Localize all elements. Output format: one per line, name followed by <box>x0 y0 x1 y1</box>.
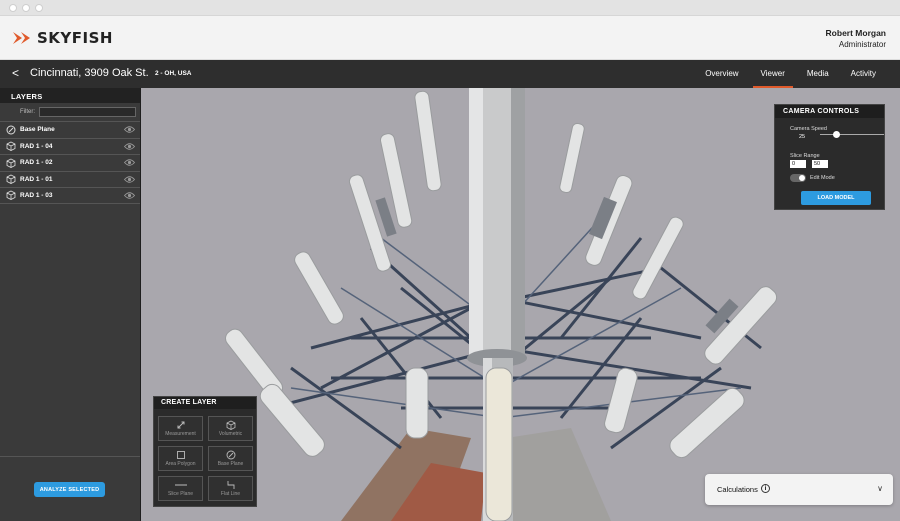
layer-item-base-plane[interactable]: Base Plane <box>0 121 140 138</box>
skyfish-logo[interactable]: SKYFISH <box>13 29 113 47</box>
camera-controls-title: CAMERA CONTROLS <box>775 105 884 118</box>
layer-label: RAD 1 - 01 <box>20 175 53 183</box>
info-icon[interactable]: i <box>761 484 770 493</box>
layer-label: RAD 1 - 04 <box>20 142 53 150</box>
window-chrome <box>0 0 900 16</box>
back-chevron-icon[interactable]: < <box>12 66 19 80</box>
tab-activity[interactable]: Activity <box>843 60 884 88</box>
layer-label: RAD 1 - 02 <box>20 159 53 167</box>
tool-label: Base Plane <box>217 461 244 467</box>
camera-speed-label: Camera Speed <box>790 126 827 132</box>
location-bar: < Cincinnati, 3909 Oak St. 2 - OH, USA O… <box>0 60 900 88</box>
cube-icon <box>226 420 235 430</box>
layer-item-rad-1-02[interactable]: RAD 1 - 02 <box>0 154 140 171</box>
load-model-button[interactable]: LOAD MODEL <box>801 191 871 205</box>
camera-speed-slider[interactable] <box>820 134 884 135</box>
layer-list: Base Plane RAD 1 - 04 RAD 1 - 02 RAD 1 -… <box>0 121 140 204</box>
tool-label: Slice Plane <box>167 491 193 497</box>
layer-label: RAD 1 - 03 <box>20 191 53 199</box>
calculations-label: Calculations <box>717 485 758 494</box>
flat-line-icon <box>227 481 234 489</box>
logo-text: SKYFISH <box>37 29 113 47</box>
tab-viewer[interactable]: Viewer <box>752 60 793 88</box>
user-role: Administrator <box>838 40 886 49</box>
cube-icon <box>6 190 16 201</box>
edit-mode-toggle[interactable] <box>790 174 806 182</box>
tool-label: Volumetric <box>218 431 243 437</box>
slice-icon <box>174 484 187 486</box>
edit-mode-label: Edit Mode <box>810 175 835 181</box>
eye-icon[interactable] <box>124 125 135 134</box>
tool-label: Area Polygon <box>165 461 196 467</box>
tool-slice-plane[interactable]: Slice Plane <box>158 476 203 501</box>
tool-base-plane[interactable]: Base Plane <box>208 446 253 471</box>
user-name: Robert Morgan <box>825 28 886 38</box>
skyfish-logo-icon <box>13 32 30 44</box>
base-plane-icon <box>226 450 235 460</box>
measure-icon <box>177 421 184 429</box>
layers-heading: LAYERS <box>0 88 140 103</box>
window-close-dot[interactable] <box>9 3 17 12</box>
tool-label: Flat Line <box>220 491 241 497</box>
layer-label: Base Plane <box>20 126 55 134</box>
tab-overview[interactable]: Overview <box>697 60 746 88</box>
tab-media[interactable]: Media <box>799 60 837 88</box>
window-minimize-dot[interactable] <box>22 3 30 12</box>
layer-item-rad-1-03[interactable]: RAD 1 - 03 <box>0 187 140 204</box>
base-plane-icon <box>6 125 16 135</box>
slice-range-min-input[interactable]: 0 <box>790 160 806 168</box>
camera-controls-panel: CAMERA CONTROLS Camera Speed 25 Slice Ra… <box>774 104 885 210</box>
cube-icon <box>6 141 16 152</box>
filter-label: Filter: <box>20 109 35 115</box>
tool-measurement[interactable]: Measurement <box>158 416 203 441</box>
sidebar-footer: ANALYZE SELECTED <box>0 456 140 521</box>
eye-icon[interactable] <box>124 158 135 167</box>
tool-label: Measurement <box>165 431 196 437</box>
layer-item-rad-1-04[interactable]: RAD 1 - 04 <box>0 137 140 155</box>
view-tabs: Overview Viewer Media Activity <box>691 60 884 88</box>
slice-range-max-input[interactable]: 50 <box>812 160 828 168</box>
camera-speed-value: 25 <box>799 134 806 140</box>
create-layer-title: CREATE LAYER <box>154 397 256 409</box>
layer-item-rad-1-01[interactable]: RAD 1 - 01 <box>0 170 140 188</box>
tool-area-polygon[interactable]: Area Polygon <box>158 446 203 471</box>
eye-icon[interactable] <box>124 191 135 200</box>
slice-range-label: Slice Range <box>790 153 820 159</box>
polygon-icon <box>176 451 185 459</box>
filter-row: Filter: <box>0 103 140 121</box>
camera-speed-slider-thumb[interactable] <box>832 131 840 138</box>
eye-icon[interactable] <box>124 175 135 184</box>
calculations-panel[interactable]: Calculations i ∨ <box>705 474 893 505</box>
app-header: SKYFISH Robert Morgan Administrator <box>0 16 900 60</box>
chevron-down-icon[interactable]: ∨ <box>877 484 883 493</box>
cube-icon <box>6 174 16 185</box>
user-info[interactable]: Robert Morgan Administrator <box>826 28 886 50</box>
filter-input[interactable] <box>39 107 136 117</box>
location-subtitle: 2 - OH, USA <box>155 70 192 77</box>
layers-sidebar: LAYERS Filter: Base Plane RAD 1 - 04 RAD… <box>0 88 141 521</box>
tool-volumetric[interactable]: Volumetric <box>208 416 253 441</box>
location-title: Cincinnati, 3909 Oak St. <box>30 67 149 79</box>
window-maximize-dot[interactable] <box>35 3 43 12</box>
cube-icon <box>6 158 16 168</box>
analyze-selected-button[interactable]: ANALYZE SELECTED <box>34 482 105 497</box>
tool-flat-line[interactable]: Flat Line <box>208 476 253 501</box>
create-layer-panel: CREATE LAYER Measurement Volumetric Area… <box>153 396 257 507</box>
eye-icon[interactable] <box>124 142 135 151</box>
3d-viewer[interactable]: CAMERA CONTROLS Camera Speed 25 Slice Ra… <box>141 88 900 521</box>
